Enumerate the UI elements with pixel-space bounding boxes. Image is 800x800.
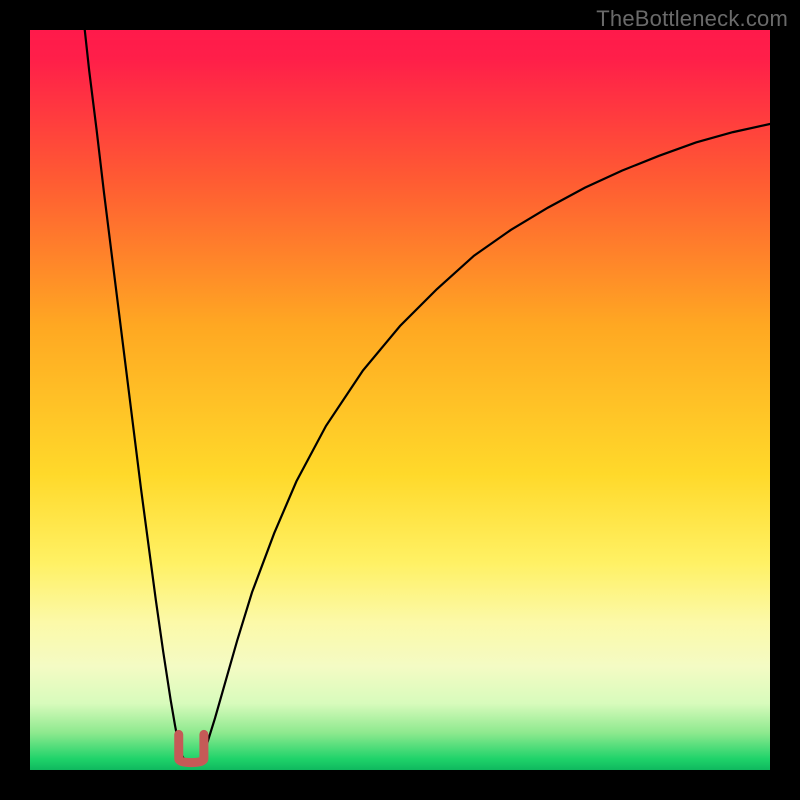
chart-frame: TheBottleneck.com [0, 0, 800, 800]
plot-area [30, 30, 770, 770]
curve-layer [30, 30, 770, 770]
bottleneck-curve [85, 30, 770, 764]
optimum-marker [179, 734, 204, 762]
watermark-text: TheBottleneck.com [596, 6, 788, 32]
